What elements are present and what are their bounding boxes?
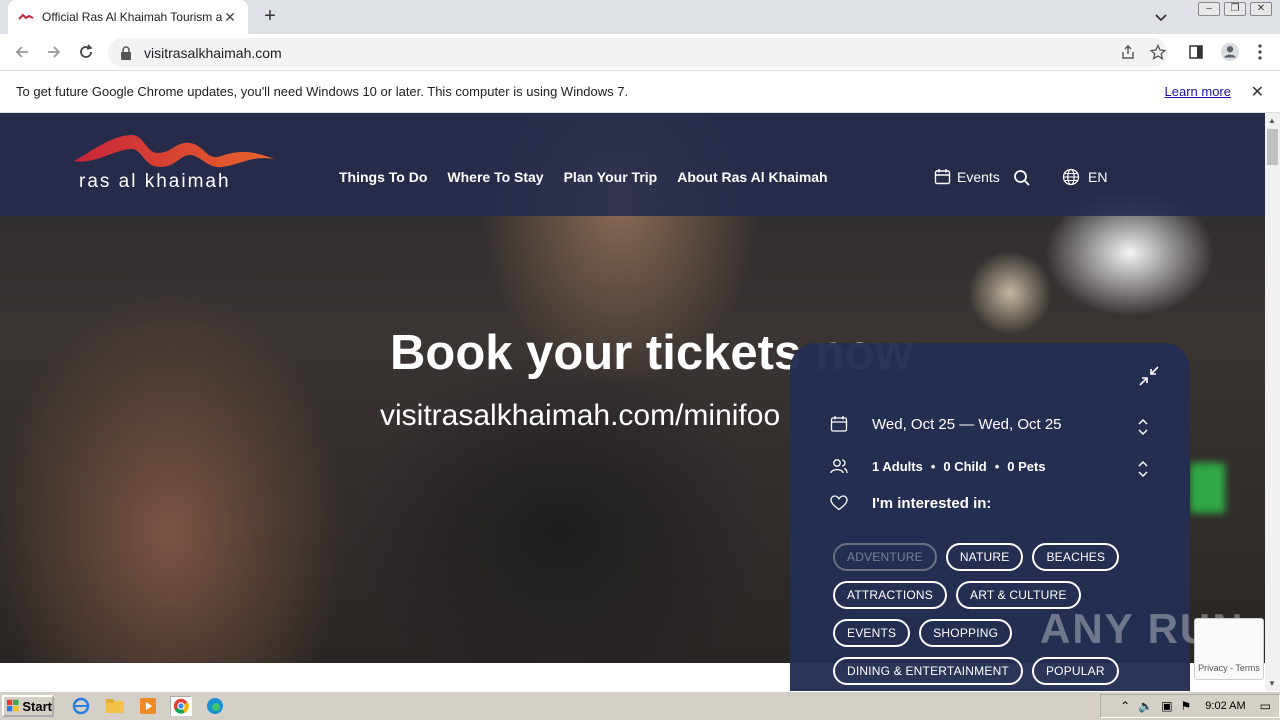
nav-things-to-do[interactable]: Things To Do — [339, 169, 427, 185]
forward-arrow-icon[interactable] — [44, 42, 64, 62]
language-label: EN — [1088, 169, 1108, 185]
nav-where-to-stay[interactable]: Where To Stay — [447, 169, 543, 185]
learn-more-link[interactable]: Learn more — [1165, 84, 1231, 99]
reload-icon[interactable] — [76, 42, 96, 62]
chip-adventure[interactable]: ADVENTURE — [833, 543, 937, 571]
update-message: To get future Google Chrome updates, you… — [16, 84, 629, 99]
hero-url-text: visitrasalkhaimah.com/minifoo — [380, 399, 781, 432]
browser-tab-bar: Official Ras Al Khaimah Tourism and V ✕ … — [0, 0, 1280, 34]
side-panel-icon[interactable] — [1186, 42, 1206, 62]
adults-count: 1 Adults — [872, 458, 923, 474]
browser-tab[interactable]: Official Ras Al Khaimah Tourism and V ✕ — [8, 0, 248, 34]
bookmark-star-icon[interactable] — [1148, 42, 1168, 62]
volume-icon[interactable]: 🔈 — [1138, 699, 1153, 713]
new-tab-button[interactable]: + — [258, 6, 282, 28]
taskbar-clock[interactable]: 9:02 AM — [1205, 700, 1245, 712]
tray-expand-icon[interactable]: ⌃ — [1120, 699, 1130, 713]
tab-search-chevron-icon[interactable] — [1152, 8, 1170, 26]
events-link[interactable]: Events — [934, 168, 1000, 185]
action-center-flag-icon[interactable]: ⚑ — [1181, 699, 1192, 713]
children-count: 0 Child — [943, 458, 987, 474]
chrome-taskbar-icon[interactable] — [170, 696, 192, 716]
update-info-bar: To get future Google Chrome updates, you… — [0, 71, 1280, 113]
nav-plan-your-trip[interactable]: Plan Your Trip — [564, 169, 658, 185]
network-icon[interactable]: ▣ — [1161, 699, 1172, 713]
search-icon[interactable] — [1013, 169, 1031, 187]
scrollbar-thumb[interactable] — [1267, 129, 1278, 165]
date-range-selector[interactable]: Wed, Oct 25 — Wed, Oct 25 — [830, 415, 1160, 436]
main-nav: Things To Do Where To Stay Plan Your Tri… — [339, 169, 828, 185]
restore-button[interactable]: ❐ — [1224, 2, 1246, 16]
chip-attractions[interactable]: ATTRACTIONS — [833, 581, 947, 609]
people-icon — [830, 459, 848, 474]
start-label: Start — [22, 698, 52, 714]
pets-count: 0 Pets — [1007, 458, 1046, 474]
chip-beaches[interactable]: BEACHES — [1032, 543, 1120, 571]
date-updown-icon[interactable] — [1136, 417, 1150, 437]
file-explorer-icon[interactable] — [104, 696, 126, 716]
internet-explorer-icon[interactable] — [70, 696, 92, 716]
lock-icon — [121, 45, 131, 60]
chip-dining-entertainment[interactable]: DINING & ENTERTAINMENT — [833, 657, 1023, 685]
chip-popular[interactable]: POPULAR — [1031, 657, 1119, 685]
calendar-icon — [934, 169, 951, 185]
address-bar[interactable]: visitrasalkhaimah.com — [108, 38, 1168, 67]
separator-dot: • — [930, 458, 936, 474]
edge-icon[interactable] — [204, 696, 226, 716]
start-button[interactable]: Start — [2, 695, 54, 717]
share-icon[interactable] — [1118, 42, 1138, 62]
interests-heading: I'm interested in: — [830, 494, 1160, 512]
tab-title: Official Ras Al Khaimah Tourism and V — [42, 10, 222, 24]
calendar-icon — [830, 416, 848, 432]
chip-nature[interactable]: NATURE — [945, 543, 1024, 571]
nav-about[interactable]: About Ras Al Khaimah — [677, 169, 827, 185]
window-controls: – ❐ ✕ — [1198, 2, 1272, 16]
show-desktop-icon[interactable]: ▭ — [1260, 699, 1271, 713]
recaptcha-terms: Privacy - Terms — [1198, 663, 1260, 673]
tab-close-icon[interactable]: ✕ — [222, 9, 238, 26]
windows-logo-icon — [7, 699, 19, 712]
browser-toolbar: visitrasalkhaimah.com — [0, 34, 1280, 71]
close-window-button[interactable]: ✕ — [1250, 2, 1272, 16]
guests-selector[interactable]: 1 Adults • 0 Child • 0 Pets — [830, 457, 1160, 478]
guests-updown-icon[interactable] — [1136, 459, 1150, 479]
close-infobar-icon[interactable]: ✕ — [1251, 82, 1264, 102]
separator-dot: • — [994, 458, 1000, 474]
minimize-button[interactable]: – — [1198, 2, 1220, 16]
media-player-icon[interactable] — [137, 696, 159, 716]
chip-shopping[interactable]: SHOPPING — [919, 619, 1013, 647]
scroll-up-arrow-icon[interactable]: ▲ — [1268, 116, 1276, 125]
hero-background-light — [1190, 463, 1225, 513]
site-favicon-icon — [18, 13, 34, 20]
date-range-value: Wed, Oct 25 — Wed, Oct 25 — [872, 415, 1062, 433]
heart-icon — [830, 495, 848, 511]
globe-icon — [1062, 168, 1080, 186]
back-arrow-icon[interactable] — [12, 42, 32, 62]
events-label: Events — [957, 168, 1000, 185]
web-page: ras al khaimah Things To Do Where To Sta… — [0, 113, 1265, 691]
profile-avatar-icon[interactable] — [1220, 42, 1240, 62]
scroll-down-arrow-icon[interactable]: ▼ — [1268, 679, 1276, 688]
url-text: visitrasalkhaimah.com — [144, 44, 282, 61]
site-header: ras al khaimah Things To Do Where To Sta… — [0, 113, 1265, 216]
logo-text: ras al khaimah — [79, 171, 231, 192]
recaptcha-badge[interactable]: Privacy - Terms — [1194, 618, 1264, 680]
collapse-icon[interactable] — [1138, 365, 1160, 387]
page-scrollbar[interactable]: ▲ ▼ — [1265, 113, 1280, 691]
menu-kebab-icon[interactable] — [1250, 42, 1270, 62]
language-selector[interactable]: EN — [1062, 168, 1107, 186]
system-tray: ⌃ 🔈 ▣ ⚑ 9:02 AM ▭ — [1100, 694, 1280, 718]
interests-label: I'm interested in: — [872, 494, 992, 512]
windows-taskbar: Start ⌃ 🔈 ▣ ⚑ 9:02 AM ▭ — [0, 691, 1280, 720]
chip-events[interactable]: EVENTS — [833, 619, 911, 647]
